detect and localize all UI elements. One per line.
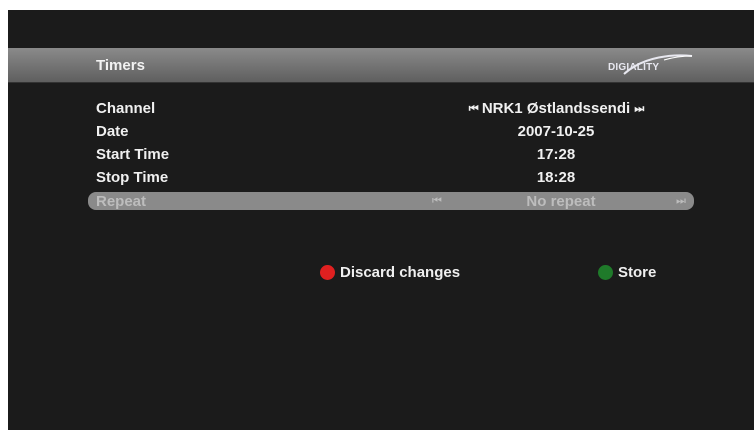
page-title: Timers <box>96 57 145 74</box>
digiality-logo-icon: DIGIALITY <box>604 52 694 78</box>
date-value: 2007-10-25 <box>517 123 595 140</box>
channel-label: Channel <box>96 100 156 117</box>
tv-screen: Timers DIGIALITY Channel ⏮ NRK1 Østlands… <box>8 10 754 430</box>
next-repeat-icon[interactable]: ⏭ <box>676 195 686 208</box>
date-label: Date <box>96 123 129 140</box>
store-label: Store <box>618 264 657 281</box>
channel-row[interactable]: Channel ⏮ NRK1 Østlandssendi ⏭ <box>88 98 694 118</box>
repeat-row[interactable]: Repeat ⏮ No repeat ⏭ <box>88 192 694 210</box>
date-row[interactable]: Date 2007-10-25 <box>88 121 694 141</box>
channel-value-container: ⏮ NRK1 Østlandssendi ⏭ <box>418 100 694 117</box>
channel-value: NRK1 Østlandssendi <box>481 100 631 117</box>
red-button-icon <box>320 265 335 280</box>
stop-time-value: 18:28 <box>536 169 576 186</box>
stop-time-label: Stop Time <box>96 169 169 186</box>
prev-repeat-icon[interactable]: ⏮ <box>432 195 442 208</box>
start-time-row[interactable]: Start Time 17:28 <box>88 144 694 164</box>
repeat-value: No repeat <box>526 193 596 210</box>
start-time-value: 17:28 <box>536 146 576 163</box>
green-button-icon <box>598 265 613 280</box>
next-channel-icon[interactable]: ⏭ <box>634 103 644 116</box>
title-bar: Timers DIGIALITY <box>8 48 754 82</box>
discard-changes-label: Discard changes <box>340 264 461 281</box>
prev-channel-icon[interactable]: ⏮ <box>469 103 479 116</box>
stop-time-row[interactable]: Stop Time 18:28 <box>88 167 694 187</box>
repeat-label: Repeat <box>96 193 147 210</box>
logo-text: DIGIALITY <box>608 62 660 73</box>
start-time-label: Start Time <box>96 146 170 163</box>
